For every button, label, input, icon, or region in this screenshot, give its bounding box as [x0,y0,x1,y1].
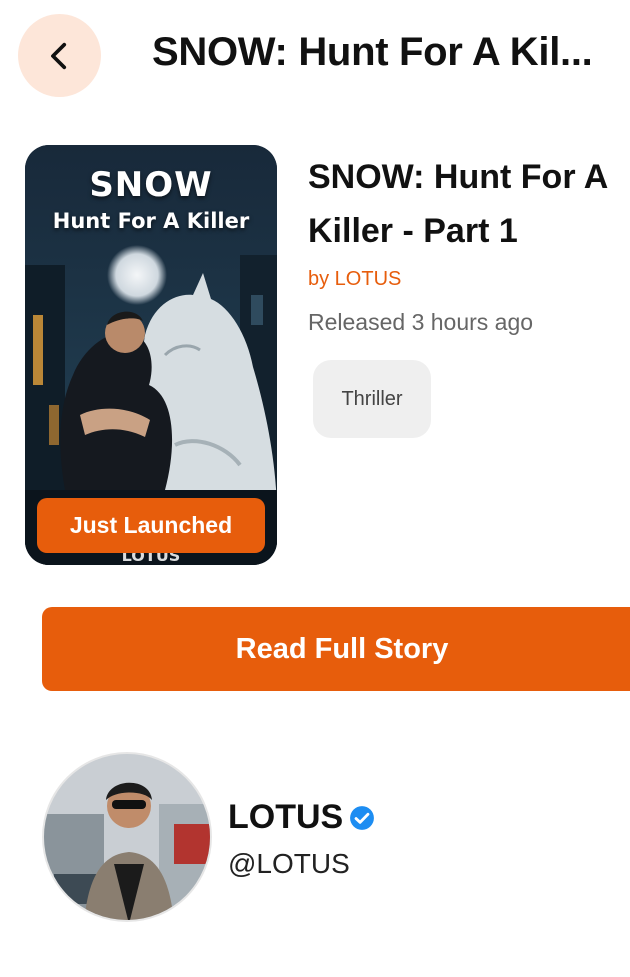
read-full-story-button[interactable]: Read Full Story [42,607,630,691]
release-time: Released 3 hours ago [308,309,534,335]
cover-subtitle: Hunt For A Killer [52,209,250,233]
author-name-text: LOTUS [228,798,344,836]
avatar-photo [44,754,210,920]
page-title: SNOW: Hunt For A Kil... [152,30,593,74]
verified-badge-icon [350,805,375,830]
story-author[interactable]: by LOTUS [308,268,630,291]
chevron-left-icon [50,42,66,69]
author-profile[interactable]: LOTUS @LOTUS [42,752,630,922]
back-button[interactable] [18,14,101,97]
story-title: SNOW: Hunt For A Killer - Part 1 [308,158,608,250]
book-info: SNOW: Hunt For A Killer - Part 1 by LOTU… [308,150,630,438]
book-cover[interactable]: LOTUS SNOW Hunt For A Killer Just Launch… [25,145,277,565]
genre-chip[interactable]: Thriller [313,360,431,438]
cover-title: SNOW [89,165,213,205]
author-handle: @LOTUS [228,848,350,879]
just-launched-badge: Just Launched [37,498,265,553]
author-name: LOTUS [228,798,375,837]
top-bar: SNOW: Hunt For A Kil... [0,0,630,112]
avatar[interactable] [42,752,212,922]
